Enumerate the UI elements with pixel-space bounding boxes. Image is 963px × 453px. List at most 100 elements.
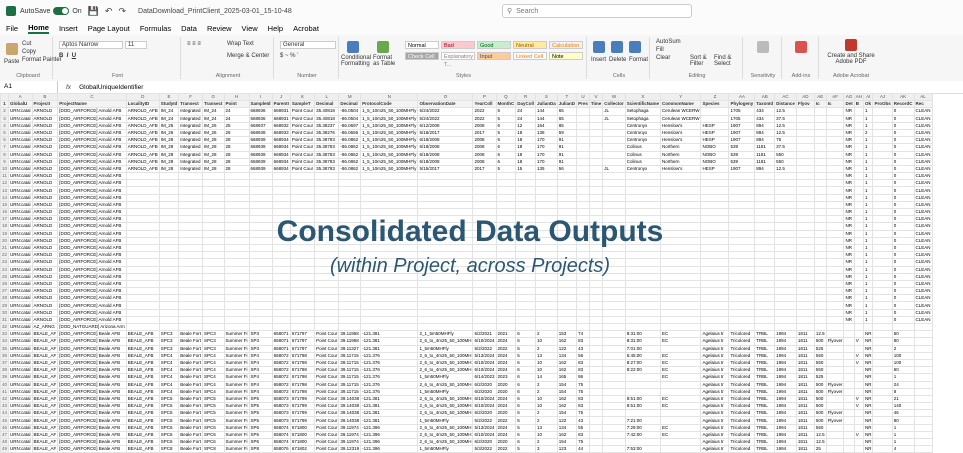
- cell[interactable]: 12.5: [813, 430, 827, 440]
- cell[interactable]: [872, 114, 893, 123]
- cell[interactable]: CLEAN: [913, 200, 933, 210]
- cell[interactable]: 2008: [472, 143, 497, 152]
- cell[interactable]: Colinus: [624, 157, 662, 166]
- cell[interactable]: [DOD_AIRFORCE] Arnold AFB: [57, 215, 127, 224]
- cell[interactable]: [813, 215, 827, 224]
- cell[interactable]: -121.381: [360, 409, 419, 418]
- cell[interactable]: 1: [863, 200, 874, 210]
- cell[interactable]: [588, 387, 604, 396]
- function-icon[interactable]: fx: [66, 84, 71, 91]
- cell[interactable]: [289, 308, 316, 317]
- cell[interactable]: 658071: [271, 337, 291, 346]
- cell-style-explanatory-t-[interactable]: Explanatory T...: [441, 52, 475, 68]
- cell[interactable]: BEALE_AFB: [125, 366, 160, 375]
- cell[interactable]: JulianDa: [535, 100, 558, 109]
- cell[interactable]: [125, 322, 160, 332]
- cell[interactable]: [660, 437, 702, 447]
- cell[interactable]: 12.5: [813, 330, 827, 339]
- cell[interactable]: 2: [535, 409, 558, 418]
- cell[interactable]: 75: [576, 409, 590, 418]
- cell[interactable]: [825, 193, 845, 202]
- row-number[interactable]: 8: [0, 150, 10, 159]
- row-number[interactable]: 36: [0, 351, 10, 360]
- cell[interactable]: URN:catal: [8, 315, 33, 325]
- cell[interactable]: 83: [576, 358, 590, 368]
- cell[interactable]: IM_28: [202, 157, 225, 166]
- cell[interactable]: 0: [891, 272, 915, 281]
- cell[interactable]: 658072: [271, 373, 291, 382]
- cell[interactable]: [576, 136, 590, 145]
- cell[interactable]: [913, 402, 933, 411]
- cell[interactable]: ARNOLD: [31, 193, 59, 202]
- cell[interactable]: 525: [813, 344, 827, 353]
- cell[interactable]: Collector: [602, 100, 626, 109]
- cell[interactable]: [853, 114, 864, 123]
- tab-home[interactable]: Home: [28, 23, 49, 34]
- cell[interactable]: Tricolored: [728, 351, 756, 360]
- cell[interactable]: Tricolored: [728, 423, 756, 432]
- cell[interactable]: [825, 308, 845, 317]
- cell[interactable]: [125, 279, 160, 289]
- cell[interactable]: ARNOLD: [31, 143, 59, 152]
- cell[interactable]: [338, 193, 362, 202]
- cell[interactable]: Beale Fort: [178, 330, 204, 339]
- cell[interactable]: Henslow's: [660, 164, 702, 174]
- cell[interactable]: [202, 172, 225, 181]
- cell[interactable]: 668934: [271, 157, 291, 166]
- cell[interactable]: 1: [863, 164, 874, 174]
- cell[interactable]: [125, 236, 160, 245]
- row-number[interactable]: 13: [0, 186, 10, 195]
- cell[interactable]: 671798: [289, 351, 316, 360]
- cell[interactable]: 8:31:00: [624, 330, 662, 339]
- cell[interactable]: NR: [863, 344, 874, 353]
- cell[interactable]: 1: [863, 236, 874, 245]
- cell[interactable]: IM_28: [202, 143, 225, 152]
- cell[interactable]: SPC3: [202, 344, 225, 353]
- cell[interactable]: 2_6_to_4m25_50_100MH: [417, 430, 474, 440]
- cell[interactable]: 10: [535, 394, 558, 404]
- cell[interactable]: SPC4: [158, 366, 180, 375]
- cell[interactable]: [853, 150, 864, 159]
- cell[interactable]: 83: [576, 366, 590, 375]
- cell[interactable]: [223, 186, 250, 195]
- cell[interactable]: 7:42:00: [624, 430, 662, 440]
- cell[interactable]: ARNOLD_AFB: [125, 164, 160, 174]
- cell[interactable]: 1_5m50MHFly: [417, 445, 474, 453]
- cell[interactable]: 2_1_5m50MHFly: [417, 330, 474, 339]
- cell[interactable]: ARNOLD: [31, 287, 59, 296]
- cell[interactable]: IM_26: [158, 128, 180, 138]
- cell[interactable]: TRBL: [754, 373, 776, 382]
- cell[interactable]: SPC4: [202, 351, 225, 360]
- undo-icon[interactable]: ↶: [105, 6, 113, 17]
- cell[interactable]: [576, 114, 590, 123]
- cell[interactable]: SP3: [248, 337, 273, 346]
- cell[interactable]: 1811: [795, 387, 815, 396]
- cell[interactable]: [843, 337, 855, 346]
- cell[interactable]: [813, 315, 827, 325]
- row-number[interactable]: 32: [0, 322, 10, 332]
- cell[interactable]: CLEAN: [913, 136, 933, 145]
- cell[interactable]: 170: [535, 150, 558, 159]
- cell[interactable]: [602, 409, 626, 418]
- cell[interactable]: 1994: [774, 337, 797, 346]
- cell[interactable]: [588, 143, 604, 152]
- cell[interactable]: 5/18/2017: [417, 128, 474, 138]
- cell[interactable]: 1994: [774, 430, 797, 440]
- cell[interactable]: Point Cour: [314, 445, 340, 453]
- cell[interactable]: Point Cour: [289, 107, 316, 116]
- cell[interactable]: 1: [863, 186, 874, 195]
- cell[interactable]: [588, 179, 604, 188]
- cell[interactable]: 6: [515, 380, 537, 389]
- cell[interactable]: [602, 358, 626, 368]
- cell[interactable]: -121.381: [360, 344, 419, 353]
- row-number[interactable]: 33: [0, 330, 10, 339]
- cell[interactable]: [417, 179, 474, 188]
- cell[interactable]: 123: [556, 445, 578, 453]
- cell[interactable]: [913, 430, 933, 440]
- cell[interactable]: 75: [774, 136, 797, 145]
- cell[interactable]: [774, 222, 797, 231]
- cell[interactable]: 1: [863, 143, 874, 152]
- cell[interactable]: NR: [863, 330, 874, 339]
- cell[interactable]: [602, 373, 626, 382]
- cell[interactable]: 28: [223, 150, 250, 159]
